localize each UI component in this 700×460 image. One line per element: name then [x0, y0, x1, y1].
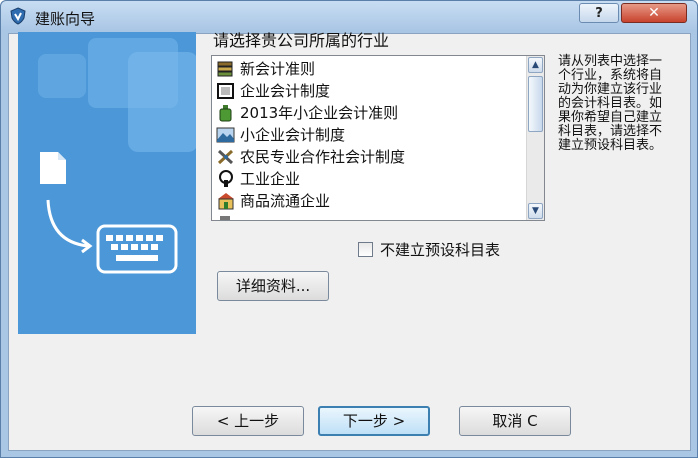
landscape-icon: [216, 127, 235, 143]
list-item-label: 商品流通企业: [240, 192, 331, 210]
bottle-icon: [219, 105, 232, 122]
tools-icon: [217, 149, 234, 165]
industry-prompt: 请选择贵公司所属的行业: [213, 31, 390, 50]
list-item[interactable]: 新会计准则: [216, 58, 521, 80]
ledger-stack-icon: [217, 61, 233, 77]
scroll-down-icon[interactable]: ▼: [528, 203, 543, 219]
partial-icon: [220, 216, 230, 220]
window-title: 建账向导: [35, 10, 96, 28]
app-shield-icon: [10, 7, 26, 25]
list-item-label: 企业会计制度: [240, 82, 331, 100]
prev-button[interactable]: < 上一步: [192, 406, 304, 436]
list-item-label: 新会计准则: [240, 60, 316, 78]
list-item[interactable]: 2013年小企业会计准则: [216, 102, 521, 124]
list-item[interactable]: 商品流通企业: [216, 190, 521, 212]
scroll-up-icon[interactable]: ▲: [528, 57, 543, 73]
wizard-illustration: [18, 32, 196, 334]
close-button[interactable]: ✕: [621, 3, 687, 23]
frame-icon: [217, 83, 234, 99]
vertical-scrollbar[interactable]: ▲ ▼: [526, 56, 544, 220]
shop-icon: [218, 193, 234, 210]
list-item[interactable]: 企业会计制度: [216, 80, 521, 102]
details-button[interactable]: 详细资料...: [217, 271, 329, 301]
list-item[interactable]: 小企业会计制度: [216, 124, 521, 146]
list-item[interactable]: 工业企业: [216, 168, 521, 190]
next-button[interactable]: 下一步 >: [318, 406, 430, 436]
list-item[interactable]: 农民专业合作社会计制度: [216, 146, 521, 168]
factory-icon: [219, 170, 233, 187]
list-item-label: 小企业会计制度: [240, 126, 346, 144]
wizard-window: 建账向导 ? ✕ 请选择贵公司所属的行业 新会计准则 企业会计制度 2013年小…: [0, 0, 698, 458]
list-item-label: 2013年小企业会计准则: [240, 104, 399, 122]
list-item-label: 农民专业合作社会计制度: [240, 148, 406, 166]
list-item-label: 工业企业: [240, 170, 301, 188]
no-preset-checkbox-label: 不建立预设科目表: [380, 241, 501, 259]
help-text: 请从列表中选择一个行业，系统将自动为你建立该行业的会计科目表。如果你希望自己建立…: [558, 54, 663, 153]
help-button[interactable]: ?: [579, 3, 619, 23]
industry-listbox[interactable]: 新会计准则 企业会计制度 2013年小企业会计准则 小企业会计制度 农民专业合作…: [211, 55, 545, 221]
list-item[interactable]: [216, 212, 521, 220]
cancel-button[interactable]: 取消 C: [459, 406, 571, 436]
scroll-thumb[interactable]: [528, 76, 543, 132]
no-preset-checkbox[interactable]: [358, 242, 373, 257]
